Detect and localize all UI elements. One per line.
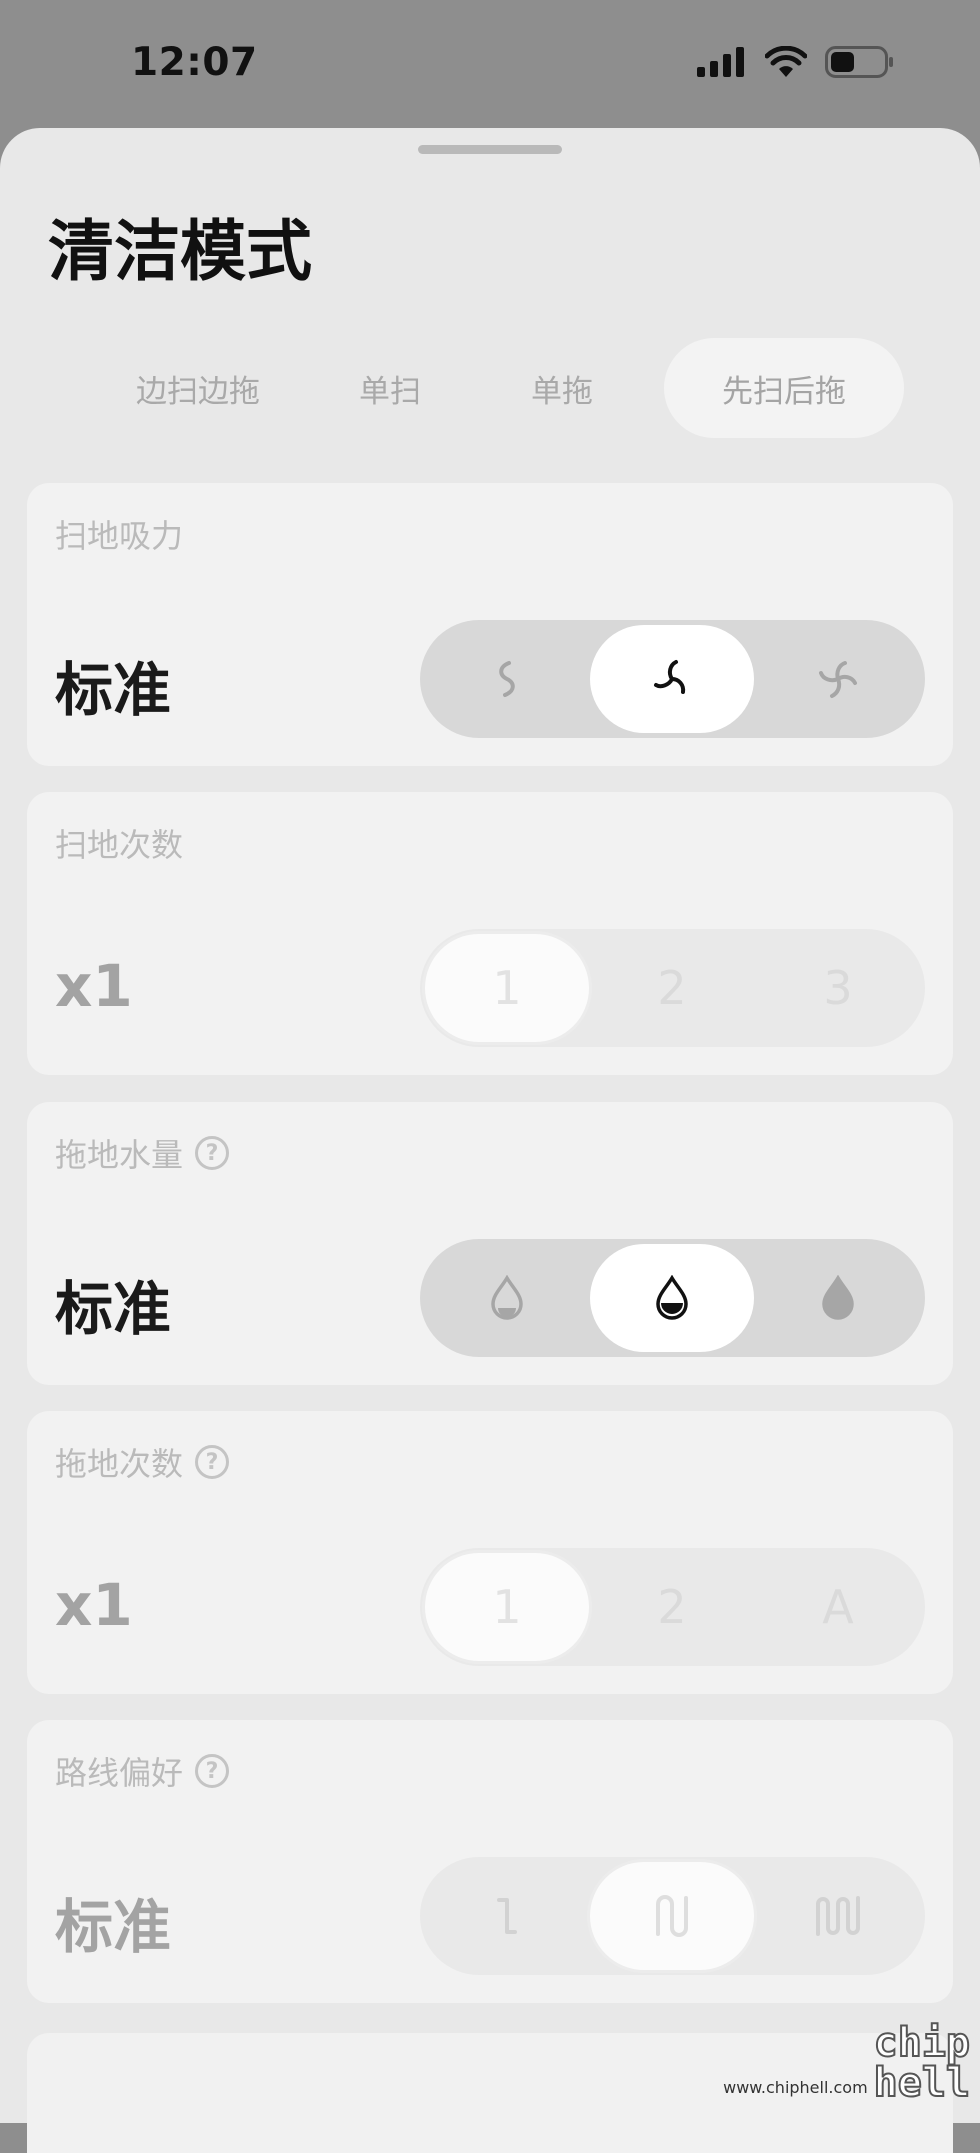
tab-label: 单拖 <box>531 373 593 410</box>
tab-sweep-then-mop[interactable]: 先扫后拖 <box>664 338 904 438</box>
route-preference-selector <box>420 1857 925 1975</box>
route-option-standard[interactable] <box>590 1862 754 1970</box>
help-icon[interactable]: ? <box>195 1754 230 1788</box>
suction-power-card: 扫地吸力 标准 <box>27 483 953 766</box>
mop-count-value: x1 <box>55 1571 133 1639</box>
route-preference-label: 路线偏好 <box>55 1754 184 1792</box>
mop-water-volume-label: 拖地水量 <box>55 1136 184 1174</box>
water-drop-high-icon <box>822 1275 854 1320</box>
mop-water-volume-value: 标准 <box>55 1275 172 1343</box>
route-simple-icon <box>497 1898 517 1934</box>
wifi-icon <box>765 46 807 77</box>
status-time: 12:07 <box>131 40 258 85</box>
fan-standard-icon <box>654 660 686 694</box>
watermark: www.chiphell.com chip hell <box>723 2020 971 2106</box>
sweep-count-label: 扫地次数 <box>55 826 184 864</box>
status-icons <box>697 46 895 78</box>
cellular-signal-icon <box>697 47 744 77</box>
tab-sweep-only[interactable]: 单扫 <box>310 338 470 438</box>
water-option-low[interactable] <box>425 1244 589 1352</box>
sweep-count-option-3[interactable]: 3 <box>756 934 920 1042</box>
sheet-drag-handle[interactable] <box>418 145 562 154</box>
help-icon[interactable]: ? <box>195 1136 230 1170</box>
suction-option-low[interactable] <box>425 625 589 733</box>
sheet-title: 清洁模式 <box>48 213 312 290</box>
sweep-count-selector: 1 2 3 <box>420 929 925 1047</box>
water-option-standard[interactable] <box>590 1244 754 1352</box>
tab-label: 边扫边拖 <box>136 373 260 410</box>
water-drop-standard-icon <box>656 1275 688 1320</box>
suction-power-label: 扫地吸力 <box>55 517 184 555</box>
water-drop-low-icon <box>491 1275 523 1320</box>
status-bar: 12:07 <box>0 0 980 128</box>
card-label: 扫地次数 <box>55 820 183 866</box>
water-option-high[interactable] <box>756 1244 920 1352</box>
fan-low-icon <box>499 661 515 697</box>
watermark-url: www.chiphell.com <box>723 2078 868 2097</box>
mop-count-option-auto[interactable]: A <box>756 1553 920 1661</box>
card-label: 路线偏好 ? <box>55 1748 230 1794</box>
suction-option-high[interactable] <box>756 625 920 733</box>
route-dense-icon <box>816 1896 860 1936</box>
sweep-count-option-1[interactable]: 1 <box>425 934 589 1042</box>
route-preference-value: 标准 <box>55 1893 172 1961</box>
suction-option-standard[interactable] <box>590 625 754 733</box>
card-label: 拖地水量 ? <box>55 1130 230 1176</box>
mop-count-selector: 1 2 A <box>420 1548 925 1666</box>
cleaning-mode-sheet: 清洁模式 边扫边拖 单扫 单拖 先扫后拖 扫地吸力 标准 扫地次数 x1 1 2… <box>0 128 980 2153</box>
card-label: 拖地次数 ? <box>55 1439 230 1485</box>
mop-count-card: 拖地次数 ? x1 1 2 A <box>27 1411 953 1694</box>
watermark-logo: chip hell <box>873 2020 971 2106</box>
fan-high-icon <box>819 661 857 698</box>
card-label: 扫地吸力 <box>55 511 183 557</box>
mop-water-volume-selector <box>420 1239 925 1357</box>
battery-icon <box>825 46 893 78</box>
tab-sweep-and-mop[interactable]: 边扫边拖 <box>98 338 298 438</box>
mode-tabs: 边扫边拖 单扫 单拖 先扫后拖 <box>98 338 904 438</box>
help-icon[interactable]: ? <box>195 1445 230 1479</box>
sweep-count-option-2[interactable]: 2 <box>590 934 754 1042</box>
tab-label: 先扫后拖 <box>722 373 846 410</box>
mop-water-volume-card: 拖地水量 ? 标准 <box>27 1102 953 1385</box>
sweep-count-value: x1 <box>55 952 133 1020</box>
route-option-dense[interactable] <box>756 1862 920 1970</box>
sweep-count-card: 扫地次数 x1 1 2 3 <box>27 792 953 1075</box>
route-standard-icon <box>656 1895 688 1937</box>
tab-label: 单扫 <box>359 373 421 410</box>
route-preference-card: 路线偏好 ? 标准 <box>27 1720 953 2003</box>
route-option-simple[interactable] <box>425 1862 589 1970</box>
tab-mop-only[interactable]: 单拖 <box>482 338 642 438</box>
suction-power-selector <box>420 620 925 738</box>
mop-count-option-1[interactable]: 1 <box>425 1553 589 1661</box>
suction-power-value: 标准 <box>55 656 172 724</box>
mop-count-option-2[interactable]: 2 <box>590 1553 754 1661</box>
mop-count-label: 拖地次数 <box>55 1445 184 1483</box>
